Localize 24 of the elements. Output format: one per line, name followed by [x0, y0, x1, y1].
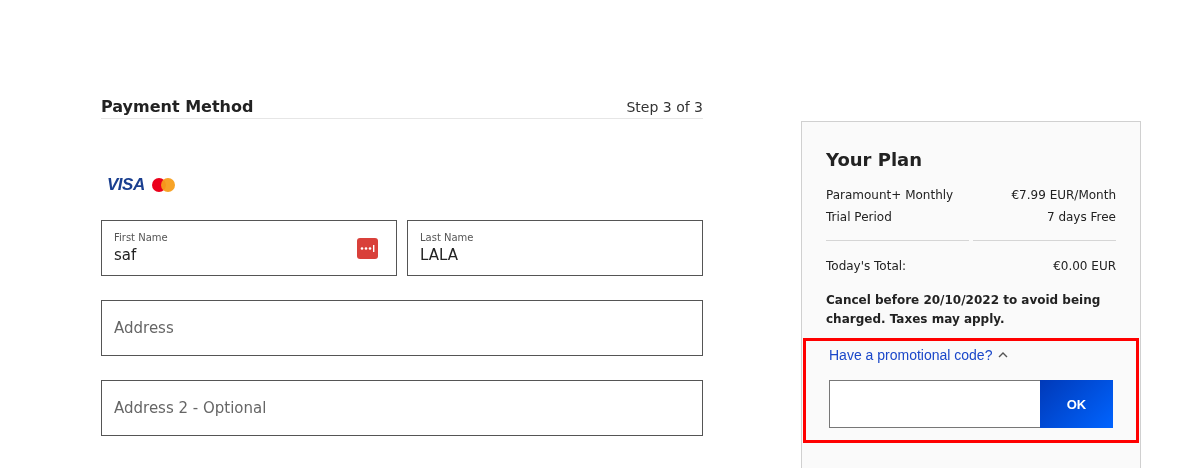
ok-button[interactable]: OK	[1040, 380, 1113, 428]
field-value: LALA	[420, 246, 540, 264]
mastercard-logo	[151, 178, 175, 192]
text-field[interactable]: First Name saf	[101, 220, 397, 276]
visa-logo: VISA	[107, 175, 145, 195]
line-label: Trial Period	[826, 209, 892, 226]
panel-title: Your Plan	[826, 149, 924, 170]
field-label: Last Name	[420, 232, 474, 243]
step-indicator: Step 3 of 3	[626, 99, 703, 115]
promo-code-field[interactable]	[829, 380, 1040, 428]
total-value: €0.00 EUR	[1053, 258, 1116, 275]
password-manager-icon	[357, 237, 378, 259]
field-value: saf	[114, 246, 234, 264]
line-value: 7 days Free	[1046, 209, 1116, 226]
promo-code-link[interactable]: Have a promotional code?	[829, 347, 1009, 363]
text-field[interactable]: Address 2 - Optional	[101, 380, 703, 436]
line-value: €7.99 EUR/Month	[1011, 187, 1116, 204]
field-label: First Name	[114, 232, 168, 243]
total-label: Today's Total:	[826, 258, 907, 275]
notice-text: Cancel before 20/10/2022 to avoid being charged. Taxes may apply.	[826, 292, 1102, 328]
section-title: Payment Method	[101, 97, 254, 116]
text-field[interactable]: Last Name LALA	[407, 220, 703, 276]
text-field[interactable]: Address	[101, 300, 703, 356]
line-label: Paramount+ Monthly	[826, 187, 954, 204]
